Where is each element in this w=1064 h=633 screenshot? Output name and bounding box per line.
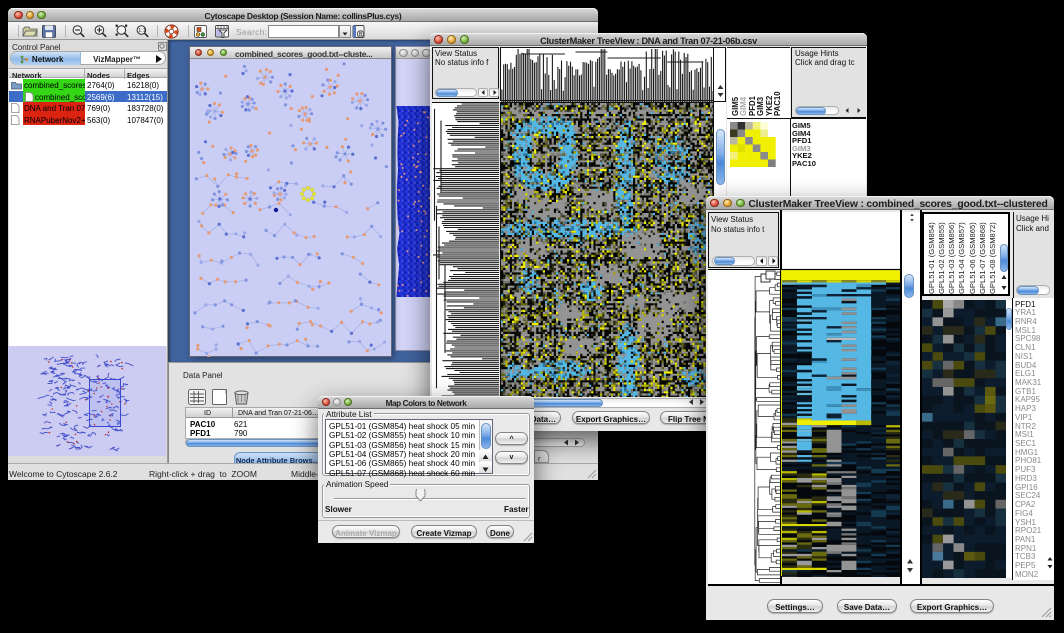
svg-text:1:1: 1:1	[138, 28, 146, 34]
